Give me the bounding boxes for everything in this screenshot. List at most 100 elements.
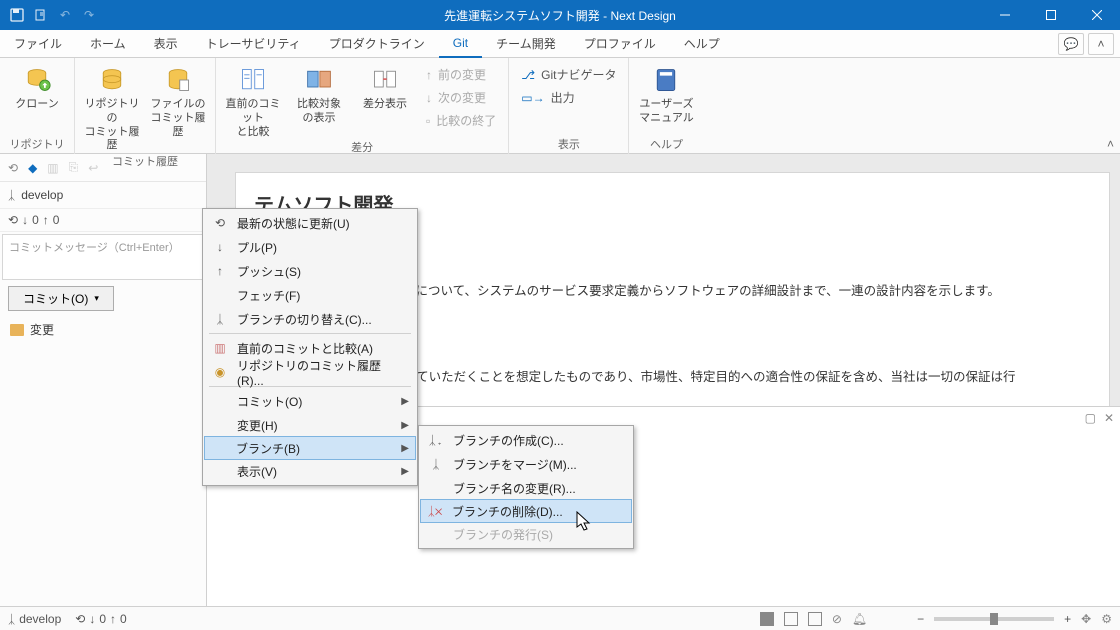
view-mode-2[interactable] [784, 612, 798, 626]
close-button[interactable] [1074, 0, 1120, 30]
compare-target-icon [303, 64, 335, 96]
minimize-button[interactable] [982, 0, 1028, 30]
menu-refresh[interactable]: ⟲最新の状態に更新(U) [205, 211, 415, 235]
menu-branch[interactable]: ブランチ(B)▶ [204, 436, 416, 460]
manual-button[interactable]: ユーザーズ マニュアル [635, 62, 697, 126]
branch-tool-icon[interactable]: ◆ [28, 161, 37, 175]
stop-icon: ▫ [426, 114, 430, 128]
zoom-slider[interactable] [934, 617, 1054, 621]
view-mode-3[interactable] [808, 612, 822, 626]
tab-git[interactable]: Git [439, 30, 482, 58]
submenu-arrow-icon: ▶ [401, 443, 409, 454]
panel-restore-icon[interactable]: ▢ [1085, 411, 1096, 425]
file-history-label: ファイルの コミット履歴 [147, 98, 209, 139]
submenu-arrow-icon: ▶ [401, 420, 409, 431]
branch-create-icon: ᛣ₊ [427, 433, 445, 447]
tab-traceability[interactable]: トレーサビリティ [192, 30, 315, 58]
submenu-delete-branch[interactable]: ᛣ✕ブランチの削除(D)... [420, 499, 632, 523]
menu-pull[interactable]: ↓プル(P) [205, 235, 415, 259]
tool-icon-1[interactable]: ▥ [47, 161, 58, 175]
output-button[interactable]: ▭→出力 [515, 87, 622, 108]
branch-icon: ᛣ [8, 612, 15, 626]
menu-fetch[interactable]: フェッチ(F) [205, 283, 415, 307]
database-icon [96, 64, 128, 96]
diff-show-button[interactable]: 差分表示 [354, 62, 416, 112]
status-branch[interactable]: ᛣdevelop [8, 612, 61, 626]
bell-icon[interactable]: 🔔︎ [852, 612, 867, 626]
next-change-button[interactable]: ↓次の変更 [420, 87, 502, 108]
view-mode-1[interactable] [760, 612, 774, 626]
file-history-button[interactable]: ファイルの コミット履歴 [147, 62, 209, 139]
clone-icon [21, 64, 53, 96]
sync-icon: ⟲ [75, 612, 85, 626]
branch-nav-icon: ⎇ [521, 68, 535, 82]
zoom-in-icon[interactable]: + [1064, 612, 1071, 626]
sync-small-icon: ⟲ [8, 213, 18, 227]
tab-help[interactable]: ヘルプ [670, 30, 734, 58]
sync-counts[interactable]: ⟲ ↓0 ↑0 [0, 209, 206, 232]
commit-button[interactable]: コミット(O)▾ [8, 286, 114, 311]
repo-history-button[interactable]: リポジトリの コミット履歴 [81, 62, 143, 153]
push-icon: ↑ [211, 264, 229, 278]
mouse-cursor [576, 511, 594, 533]
error-icon[interactable]: ⊘ [832, 612, 842, 626]
commit-message-input[interactable]: コミットメッセージ（Ctrl+Enter） [2, 234, 204, 280]
file-db-icon [162, 64, 194, 96]
tab-file[interactable]: ファイル [0, 30, 76, 58]
tab-home[interactable]: ホーム [76, 30, 140, 58]
diff-target-button[interactable]: 比較対象 の表示 [288, 62, 350, 126]
submenu-publish-branch: ブランチの発行(S) [421, 522, 631, 546]
tab-profile[interactable]: プロファイル [570, 30, 670, 58]
ribbon-collapse-icon[interactable]: ˄ [1107, 137, 1114, 151]
menu-display[interactable]: 表示(V)▶ [205, 459, 415, 483]
fit-icon[interactable]: ✥ [1081, 612, 1091, 626]
status-sync[interactable]: ⟲↓0↑0 [75, 612, 126, 626]
diff-prev-button[interactable]: 直前のコミット と比較 [222, 62, 284, 139]
clone-button[interactable]: クローン [6, 62, 68, 112]
tab-display[interactable]: 表示 [140, 30, 192, 58]
changes-node[interactable]: 変更 [0, 315, 206, 344]
branch-icon: ᛣ [8, 188, 15, 202]
sync-icon[interactable]: ⟲ [8, 161, 18, 175]
diff-show-label: 差分表示 [363, 98, 407, 112]
chat-icon[interactable]: 💬 [1058, 33, 1084, 55]
submenu-arrow-icon: ▶ [401, 396, 409, 407]
redo-icon[interactable]: ↷ [80, 6, 98, 24]
submenu-create-branch[interactable]: ᛣ₊ブランチの作成(C)... [421, 428, 631, 452]
tab-productline[interactable]: プロダクトライン [315, 30, 439, 58]
down-arrow-icon: ↓ [22, 213, 28, 227]
ribbon: クローン リポジトリ リポジトリの コミット履歴 ファイルの コミット履歴 コミ… [0, 58, 1120, 154]
submenu-rename-branch[interactable]: ブランチ名の変更(R)... [421, 476, 631, 500]
manual-label: ユーザーズ マニュアル [639, 98, 694, 126]
menu-change[interactable]: 変更(H)▶ [205, 413, 415, 437]
context-menu: ⟲最新の状態に更新(U) ↓プル(P) ↑プッシュ(S) フェッチ(F) ᛣブラ… [202, 208, 418, 486]
refresh-icon: ⟲ [211, 216, 229, 230]
group-help-label: ヘルプ [635, 136, 697, 154]
tool-icon-3[interactable]: ↩ [88, 161, 98, 175]
menu-switch-branch[interactable]: ᛣブランチの切り替え(C)... [205, 307, 415, 331]
tab-team[interactable]: チーム開発 [482, 30, 570, 58]
newfile-icon[interactable] [32, 6, 50, 24]
menu-bar: ファイル ホーム 表示 トレーサビリティ プロダクトライン Git チーム開発 … [0, 30, 1120, 58]
menu-commit[interactable]: コミット(O)▶ [205, 389, 415, 413]
panel-close-icon[interactable]: ✕ [1104, 411, 1114, 425]
save-icon[interactable] [8, 6, 26, 24]
collapse-ribbon-icon[interactable]: ˄ [1088, 33, 1114, 55]
menu-repo-history[interactable]: ◉リポジトリのコミット履歴(R)... [205, 360, 415, 384]
submenu-merge-branch[interactable]: ᛣブランチをマージ(M)... [421, 452, 631, 476]
git-navigator-button[interactable]: ⎇Gitナビゲータ [515, 64, 622, 85]
maximize-button[interactable] [1028, 0, 1074, 30]
tool-icon-2[interactable]: ⎘ [69, 160, 79, 175]
zoom-out-icon[interactable]: − [917, 612, 924, 626]
group-repo-label: リポジトリ [6, 136, 68, 154]
current-branch[interactable]: ᛣ develop [0, 182, 206, 209]
menu-push[interactable]: ↑プッシュ(S) [205, 259, 415, 283]
down-arrow-icon: ↓ [426, 91, 432, 105]
switch-icon: ᛣ [211, 312, 229, 326]
branch-delete-icon: ᛣ✕ [426, 504, 444, 518]
end-compare-button[interactable]: ▫比較の終了 [420, 110, 502, 131]
settings-icon[interactable]: ⚙ [1101, 612, 1112, 626]
compare-icon [237, 64, 269, 96]
undo-icon[interactable]: ↶ [56, 6, 74, 24]
prev-change-button[interactable]: ↑前の変更 [420, 64, 502, 85]
